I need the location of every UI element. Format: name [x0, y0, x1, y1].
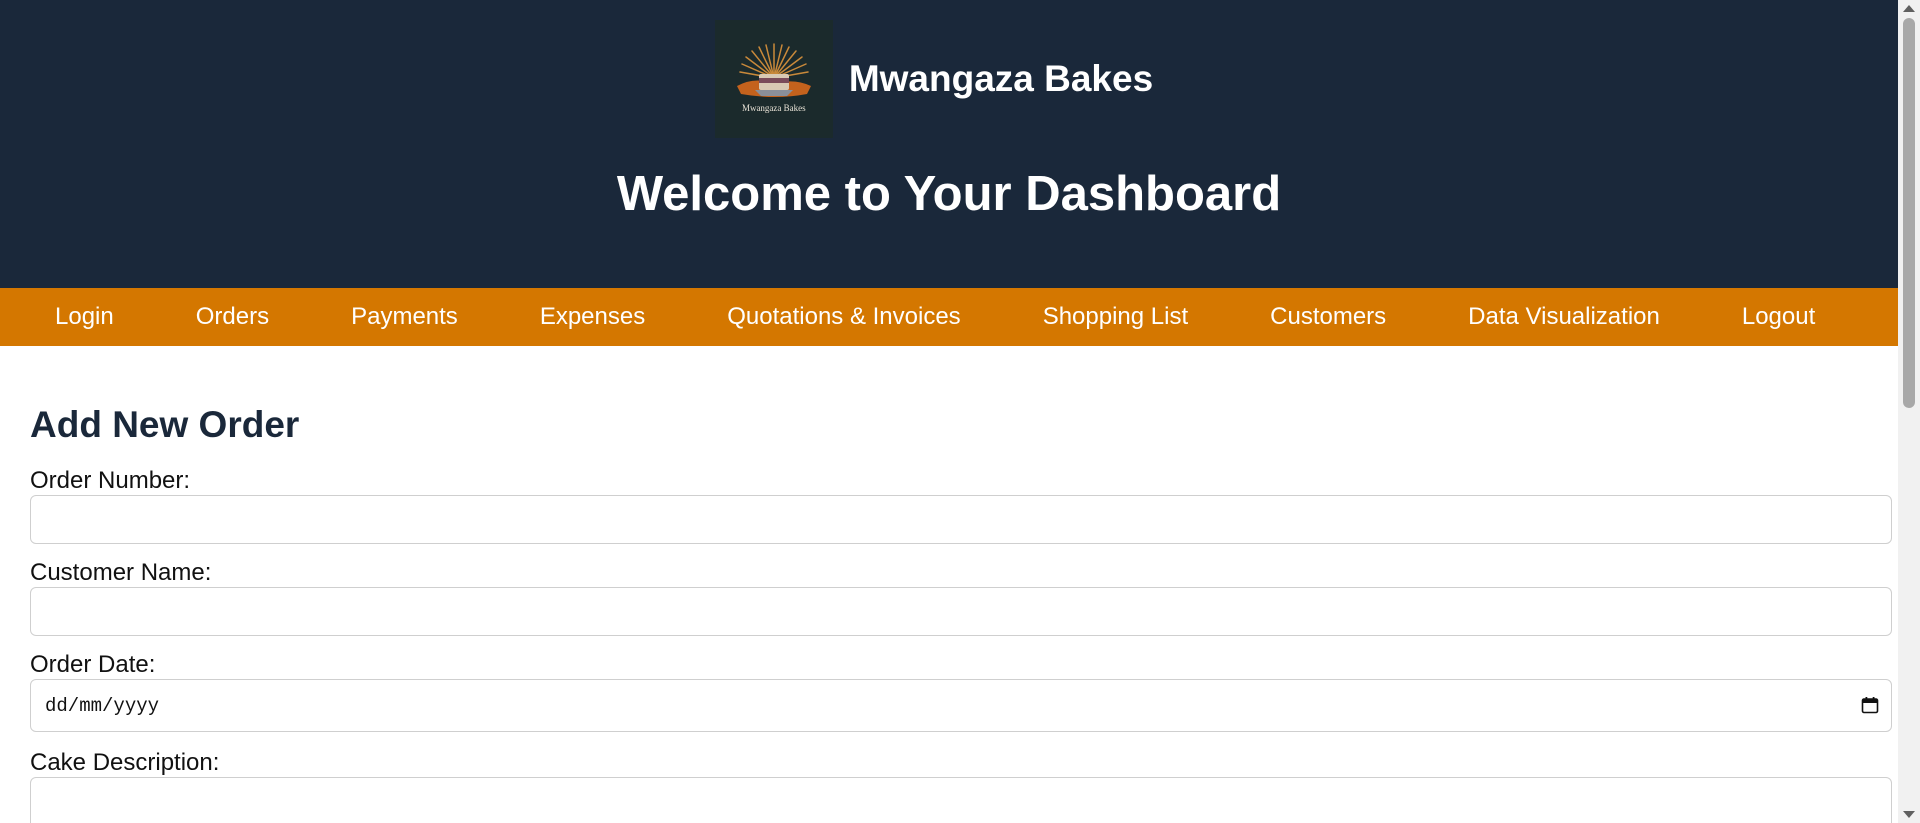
bakery-logo: Mwangaza Bakes — [714, 20, 833, 138]
nav-item-data-visualization[interactable]: Data Visualization — [1468, 303, 1660, 331]
scrollbar-thumb[interactable] — [1903, 18, 1915, 408]
nav-item-customers[interactable]: Customers — [1270, 303, 1386, 331]
date-placeholder: dd/mm/yyyy — [45, 695, 160, 717]
cake-description-label: Cake Description: — [30, 749, 220, 776]
nav-item-quotations-invoices[interactable]: Quotations & Invoices — [727, 303, 960, 331]
main-nav: Login Orders Payments Expenses Quotation… — [0, 288, 1898, 346]
nav-item-orders[interactable]: Orders — [196, 303, 269, 331]
calendar-icon[interactable] — [1861, 696, 1879, 714]
dashboard-header: Mwangaza Bakes Mwangaza Bakes Welcome to… — [0, 0, 1898, 288]
nav-item-logout[interactable]: Logout — [1742, 303, 1815, 331]
customer-name-label: Customer Name: — [30, 559, 212, 586]
order-date-input[interactable]: dd/mm/yyyy — [30, 679, 1892, 732]
order-number-label: Order Number: — [30, 467, 191, 494]
order-date-label: Order Date: — [30, 651, 156, 678]
nav-item-login[interactable]: Login — [55, 303, 114, 331]
sunburst-cake-icon — [736, 43, 811, 97]
page: Mwangaza Bakes Mwangaza Bakes Welcome to… — [0, 0, 1898, 823]
nav-item-payments[interactable]: Payments — [351, 303, 458, 331]
brand: Mwangaza Bakes Mwangaza Bakes — [0, 20, 1898, 138]
nav-item-expenses[interactable]: Expenses — [540, 303, 645, 331]
order-form-section: Add New Order Order Number: Customer Nam… — [0, 346, 1898, 823]
logo-wordmark: Mwangaza Bakes — [741, 103, 806, 113]
customer-name-input[interactable] — [30, 587, 1892, 636]
brand-name: Mwangaza Bakes — [848, 58, 1154, 99]
scroll-up-arrow-icon[interactable] — [1903, 5, 1915, 12]
nav-item-shopping-list[interactable]: Shopping List — [1043, 303, 1188, 331]
cake-description-textarea[interactable] — [30, 777, 1892, 823]
form-title: Add New Order — [30, 404, 300, 445]
vertical-scrollbar[interactable] — [1898, 0, 1920, 823]
page-title: Welcome to Your Dashboard — [616, 167, 1282, 221]
scroll-down-arrow-icon[interactable] — [1903, 811, 1915, 818]
order-number-input[interactable] — [30, 495, 1892, 544]
